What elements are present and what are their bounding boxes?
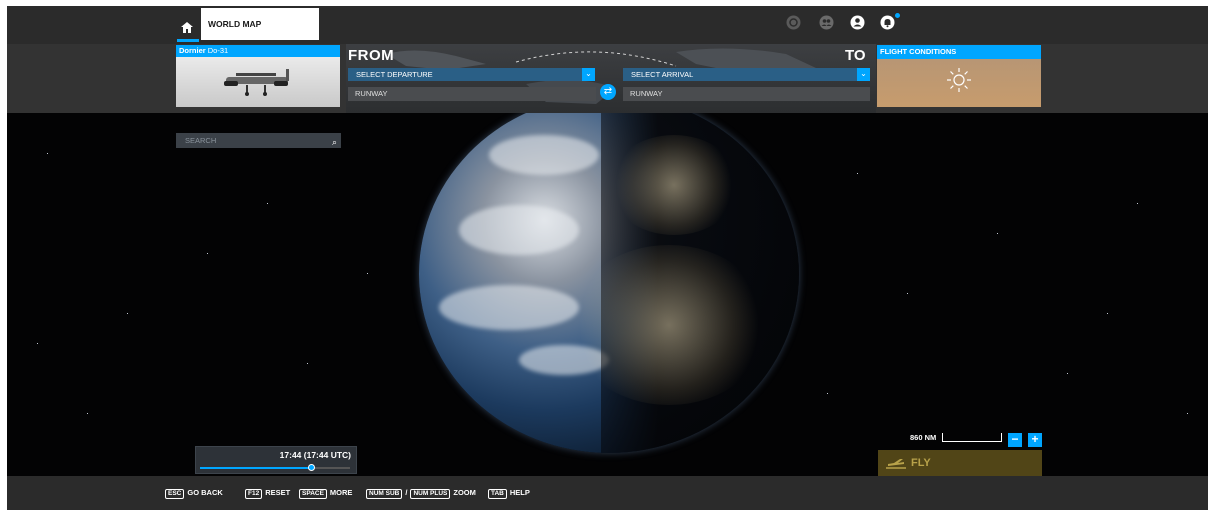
hint-label: RESET: [265, 488, 291, 497]
search-icon[interactable]: ⌕: [332, 135, 337, 150]
fly-button[interactable]: FLY: [878, 450, 1042, 476]
time-of-day-panel: 17:44 (17:44 UTC): [195, 446, 357, 474]
flight-conditions-title: FLIGHT CONDITIONS: [877, 45, 1041, 59]
chevron-down-icon[interactable]: ⌄: [582, 68, 595, 81]
hint-help[interactable]: TAB HELP: [488, 488, 530, 499]
activity-icon[interactable]: [786, 15, 801, 30]
map-scale-label: 860 NM: [910, 433, 937, 442]
aircraft-selector[interactable]: Dornier Do-31: [176, 45, 340, 107]
home-icon: [181, 22, 193, 33]
map-scale-bar: [942, 433, 1002, 442]
key-badge: SPACE: [299, 489, 327, 499]
chevron-down-icon[interactable]: ⌄: [857, 68, 870, 81]
zoom-in-button[interactable]: +: [1028, 433, 1042, 447]
key-badge: NUM PLUS: [410, 489, 451, 499]
key-badge: F12: [245, 489, 263, 499]
hint-reset[interactable]: F12 RESET: [245, 488, 290, 499]
from-label: FROM: [348, 47, 395, 64]
swap-route-button[interactable]: ⇄: [600, 84, 616, 100]
world-map-screen: WORLD MAP Dornier Do-31 FROM TO SELECT D…: [7, 6, 1208, 510]
hint-label: ZOOM: [453, 488, 476, 497]
aircraft-maker: Dornier: [179, 46, 206, 55]
fly-label: FLY: [911, 457, 931, 469]
search-placeholder: SEARCH: [185, 136, 217, 145]
arrival-select[interactable]: SELECT ARRIVAL ⌄: [623, 68, 870, 81]
bottom-hint-bar: ESC GO BACK F12 RESET SPACE MORE NUM SUB / NU…: [7, 476, 1208, 510]
tab-world-map[interactable]: WORLD MAP: [201, 8, 319, 40]
home-button[interactable]: [177, 6, 201, 42]
to-label: TO: [845, 47, 866, 64]
aircraft-image: [224, 69, 289, 96]
hint-label: GO BACK: [187, 488, 223, 497]
hint-go-back[interactable]: ESC GO BACK: [165, 488, 223, 499]
aircraft-model: Do-31: [207, 46, 229, 55]
zoom-out-button[interactable]: −: [1008, 433, 1022, 447]
flight-conditions-card[interactable]: FLIGHT CONDITIONS: [877, 45, 1041, 107]
world-map-view[interactable]: SEARCH ⌕ 17:44 (17:44 UTC) 860 NM − + FL…: [7, 113, 1208, 476]
hint-separator: /: [405, 488, 408, 497]
notification-badge: [894, 12, 901, 19]
time-slider-handle[interactable]: [308, 464, 315, 471]
time-label: 17:44 (17:44 UTC): [279, 450, 351, 460]
takeoff-icon: [886, 459, 906, 469]
key-badge: ESC: [165, 489, 185, 499]
departure-select[interactable]: SELECT DEPARTURE ⌄: [348, 68, 595, 81]
key-badge: NUM SUB: [366, 489, 403, 499]
swap-icon: ⇄: [603, 86, 613, 97]
aircraft-title: Dornier Do-31: [176, 45, 340, 57]
hint-zoom[interactable]: NUM SUB / NUM PLUS ZOOM: [366, 488, 476, 499]
key-badge: TAB: [488, 489, 507, 499]
flight-plan-bar: Dornier Do-31 FROM TO SELECT DEPARTURE ⌄…: [7, 44, 1208, 113]
departure-runway-field[interactable]: RUNWAY: [348, 87, 596, 101]
arrival-select-label: SELECT ARRIVAL: [631, 70, 694, 79]
top-bar: WORLD MAP: [7, 6, 1208, 44]
hint-label: HELP: [509, 488, 530, 497]
profile-icon[interactable]: [850, 15, 865, 30]
sun-icon: [947, 68, 971, 92]
active-tab-indicator: [177, 39, 199, 42]
time-slider-fill: [200, 467, 311, 469]
departure-select-label: SELECT DEPARTURE: [356, 70, 433, 79]
notifications-icon[interactable]: [880, 15, 895, 30]
arrival-runway-field[interactable]: RUNWAY: [623, 87, 870, 101]
search-input[interactable]: SEARCH ⌕: [176, 133, 341, 148]
hint-more[interactable]: SPACE MORE: [299, 488, 352, 499]
time-slider[interactable]: [200, 464, 350, 471]
earth-globe[interactable]: [419, 113, 799, 453]
hint-label: MORE: [329, 488, 353, 497]
multiplayer-icon[interactable]: [819, 15, 834, 30]
